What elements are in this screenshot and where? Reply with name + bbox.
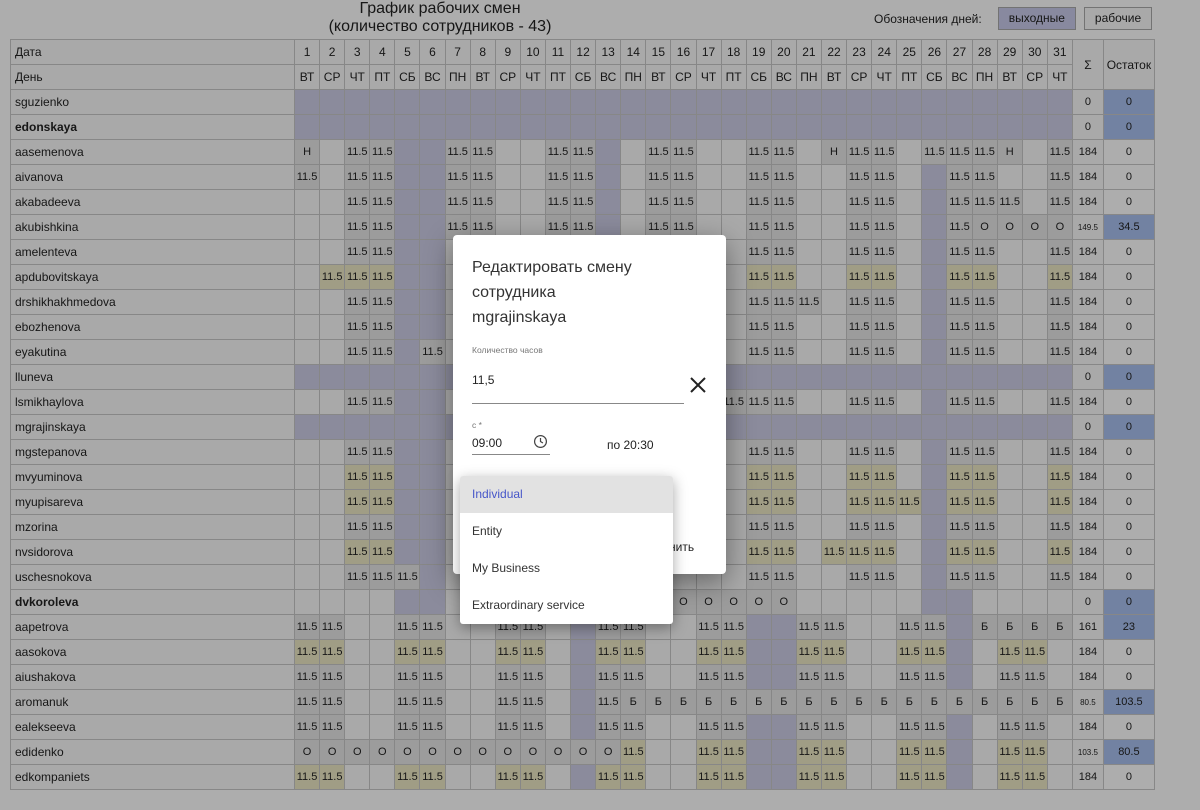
hours-label: Количество часов xyxy=(472,345,543,355)
dropdown-option-entity[interactable]: Entity xyxy=(460,513,673,550)
service-dropdown-menu: Individual Entity My Business Extraordin… xyxy=(460,476,673,624)
time-from-label: с * xyxy=(472,420,482,430)
dropdown-option-my-business[interactable]: My Business xyxy=(460,550,673,587)
dialog-employee-name: mgrajinskaya xyxy=(472,309,567,326)
hours-input-underline xyxy=(472,403,684,404)
time-from-underline xyxy=(472,454,550,455)
clock-icon[interactable] xyxy=(533,434,548,449)
dialog-title-line: сотрудника xyxy=(472,284,556,301)
dialog-title: Редактировать смену сотрудника mgrajinsk… xyxy=(472,255,712,330)
time-from-input[interactable]: 09:00 xyxy=(472,436,502,450)
close-icon[interactable] xyxy=(687,374,709,396)
dialog-title-line: Редактировать смену xyxy=(472,259,632,276)
dropdown-option-extraordinary-service[interactable]: Extraordinary service xyxy=(460,587,673,624)
time-to-text: по 20:30 xyxy=(607,438,654,452)
dropdown-option-individual[interactable]: Individual xyxy=(460,476,673,513)
hours-input[interactable]: 11,5 xyxy=(472,373,494,387)
